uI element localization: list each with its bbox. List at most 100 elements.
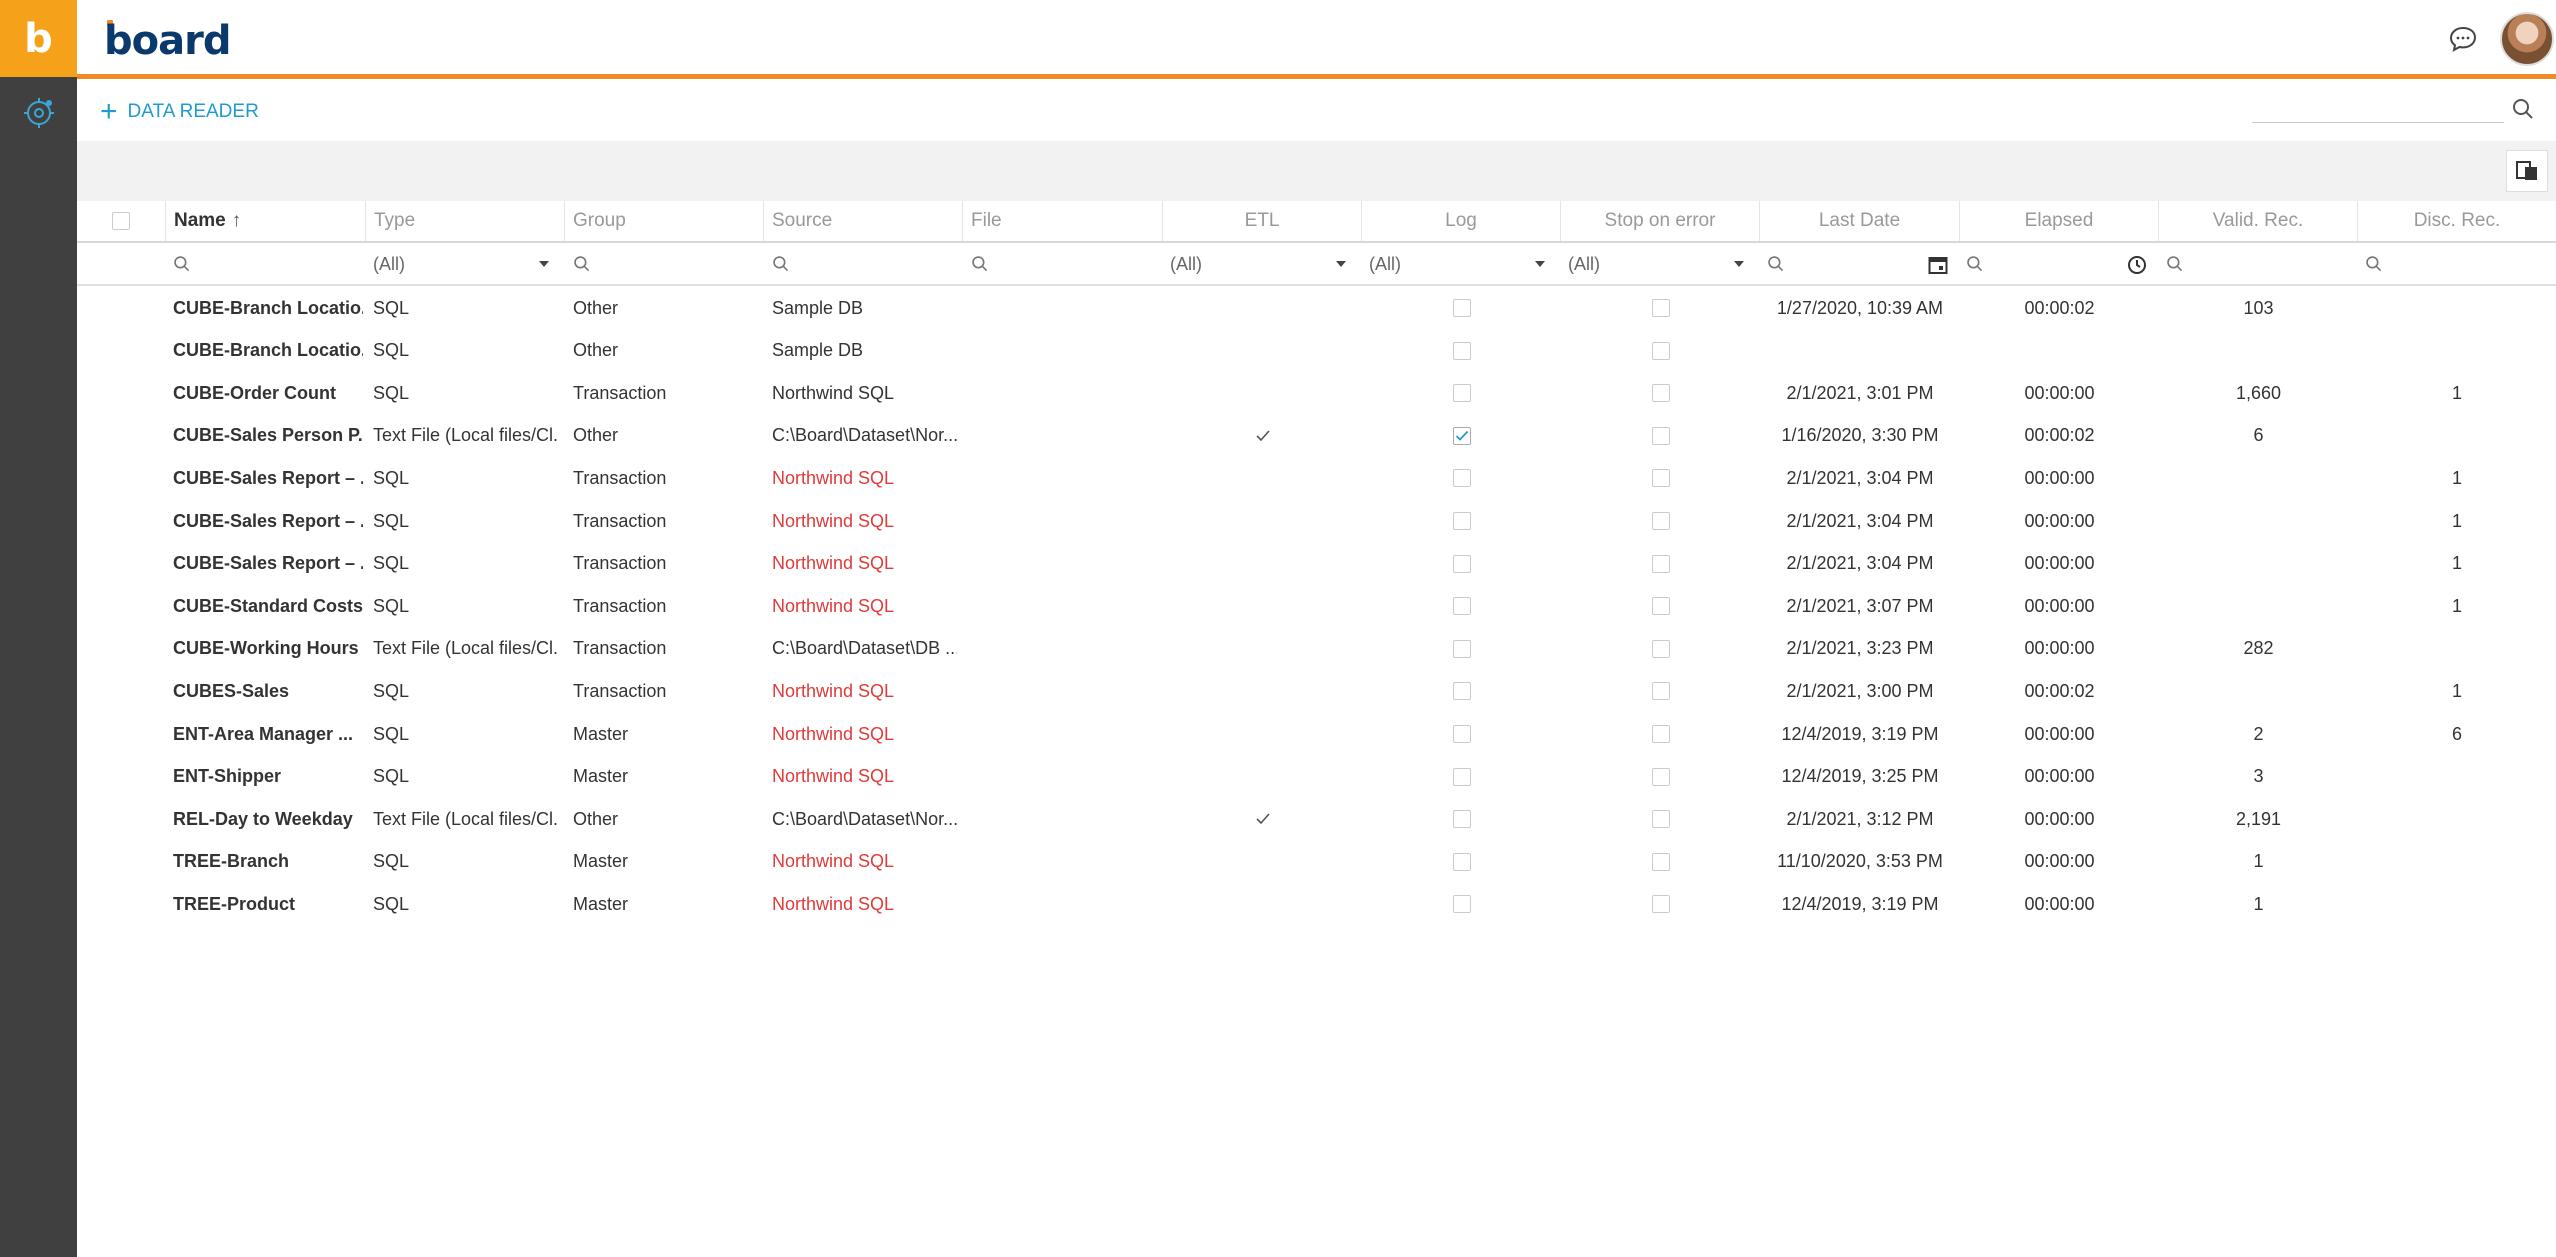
column-header-etl[interactable]: ETL bbox=[1163, 201, 1362, 241]
log-checkbox[interactable] bbox=[1452, 384, 1471, 403]
log-checkbox[interactable] bbox=[1452, 554, 1471, 573]
stop-on-error-checkbox[interactable] bbox=[1651, 554, 1670, 573]
log-checkbox[interactable] bbox=[1452, 469, 1471, 488]
cell-name[interactable]: CUBE-Standard Costs bbox=[173, 585, 363, 627]
log-checkbox[interactable] bbox=[1452, 512, 1471, 530]
filter-last-date[interactable] bbox=[1767, 245, 1952, 283]
cell-name[interactable]: ENT-Area Manager ... bbox=[173, 713, 363, 755]
stop-on-error-checkbox[interactable] bbox=[1651, 512, 1670, 530]
filter-type-select[interactable]: (All) bbox=[373, 245, 558, 283]
filter-log-select[interactable]: (All) bbox=[1369, 245, 1554, 283]
stop-on-error-checkbox[interactable] bbox=[1651, 725, 1670, 743]
column-header-name-label: Name bbox=[174, 210, 226, 231]
table-row[interactable]: CUBE-Sales Report – ... SQL Transaction Nor… bbox=[77, 457, 2556, 499]
user-avatar[interactable] bbox=[2500, 12, 2554, 66]
sort-ascending-icon: ↑ bbox=[231, 210, 242, 231]
stop-on-error-checkbox[interactable] bbox=[1651, 852, 1670, 871]
column-header-log[interactable]: Log bbox=[1362, 201, 1561, 241]
table-row[interactable]: CUBE-Sales Report – ... SQL Transaction Nor… bbox=[77, 500, 2556, 542]
stop-on-error-checkbox[interactable] bbox=[1651, 597, 1670, 616]
cell-name[interactable]: CUBE-Sales Person P... bbox=[173, 415, 363, 457]
table-row[interactable]: TREE-Product SQL Master Northwind SQL 12/4/2… bbox=[77, 883, 2556, 925]
table-row[interactable]: ENT-Shipper SQL Master Northwind SQL 12/4/20… bbox=[77, 756, 2556, 798]
table-row[interactable]: CUBE-Sales Report – ... SQL Transaction Nor… bbox=[77, 543, 2556, 585]
filter-disc-rec[interactable] bbox=[2365, 245, 2550, 283]
cell-name[interactable]: CUBES-Sales bbox=[173, 670, 363, 712]
column-header-type[interactable]: Type bbox=[366, 201, 565, 241]
table-row[interactable]: REL-Day to Weekday Text File (Local files… bbox=[77, 798, 2556, 840]
calendar-icon[interactable] bbox=[1928, 255, 1948, 275]
table-row[interactable]: CUBE-Order Count SQL Transaction Northwind … bbox=[77, 372, 2556, 414]
cell-name[interactable]: TREE-Branch bbox=[173, 841, 363, 883]
clock-icon[interactable] bbox=[2127, 255, 2147, 275]
filter-etl-select[interactable]: (All) bbox=[1170, 245, 1355, 283]
add-data-reader-button[interactable]: + DATA READER bbox=[100, 97, 259, 127]
filter-elapsed[interactable] bbox=[1966, 245, 2151, 283]
select-all-checkbox[interactable] bbox=[112, 212, 130, 230]
stop-on-error-checkbox[interactable] bbox=[1651, 810, 1670, 829]
filter-file[interactable] bbox=[971, 245, 1156, 283]
stop-on-error-checkbox[interactable] bbox=[1651, 384, 1670, 403]
cell-name[interactable]: ENT-Shipper bbox=[173, 756, 363, 798]
log-checkbox[interactable] bbox=[1452, 639, 1471, 658]
stop-on-error-checkbox[interactable] bbox=[1651, 767, 1670, 786]
column-chooser-button[interactable] bbox=[2506, 150, 2548, 192]
filter-group[interactable] bbox=[573, 245, 758, 283]
cell-name[interactable]: CUBE-Sales Report – ... bbox=[173, 457, 363, 499]
cell-name[interactable]: CUBE-Branch Locatio... bbox=[173, 330, 363, 372]
stop-on-error-checkbox[interactable] bbox=[1651, 341, 1670, 360]
cell-type: SQL bbox=[373, 723, 410, 744]
log-checkbox[interactable] bbox=[1452, 852, 1471, 871]
log-checkbox[interactable] bbox=[1452, 895, 1471, 914]
filter-name[interactable] bbox=[173, 245, 363, 283]
search-input[interactable] bbox=[2252, 94, 2504, 123]
filter-stop-select[interactable]: (All) bbox=[1568, 245, 1753, 283]
filter-source[interactable] bbox=[772, 245, 957, 283]
table-row[interactable]: TREE-Branch SQL Master Northwind SQL 11/10/2… bbox=[77, 841, 2556, 883]
column-header-source[interactable]: Source bbox=[764, 201, 963, 241]
log-checkbox[interactable] bbox=[1452, 810, 1471, 829]
log-checkbox[interactable] bbox=[1452, 341, 1471, 360]
column-header-last-date[interactable]: Last Date bbox=[1760, 201, 1960, 241]
log-checkbox[interactable] bbox=[1452, 597, 1471, 616]
log-checkbox[interactable] bbox=[1452, 682, 1471, 701]
stop-on-error-checkbox[interactable] bbox=[1651, 682, 1670, 701]
column-header-disc-rec[interactable]: Disc. Rec. bbox=[2358, 201, 2556, 241]
cell-name[interactable]: REL-Day to Weekday bbox=[173, 798, 363, 840]
column-header-group[interactable]: Group bbox=[565, 201, 764, 241]
table-row[interactable]: CUBES-Sales SQL Transaction Northwind SQL 2/… bbox=[77, 670, 2556, 712]
cell-last-date: 12/4/2019, 3:19 PM bbox=[1781, 893, 1939, 914]
board-logo-tile[interactable]: b bbox=[0, 0, 77, 77]
filter-valid-rec[interactable] bbox=[2166, 245, 2351, 283]
log-checkbox[interactable] bbox=[1452, 426, 1471, 445]
brand-wordmark[interactable]: board bbox=[104, 18, 231, 64]
stop-on-error-checkbox[interactable] bbox=[1651, 426, 1670, 445]
log-checkbox[interactable] bbox=[1452, 725, 1471, 743]
table-row[interactable]: CUBE-Sales Person P... Text File (Local f… bbox=[77, 415, 2556, 457]
chat-icon[interactable] bbox=[2448, 24, 2478, 54]
table-row[interactable]: CUBE-Branch Locatio... SQL Other Sample DB bbox=[77, 330, 2556, 372]
log-checkbox[interactable] bbox=[1452, 299, 1471, 317]
stop-on-error-checkbox[interactable] bbox=[1651, 639, 1670, 658]
search-icon[interactable] bbox=[2512, 98, 2534, 120]
cell-name[interactable]: CUBE-Branch Locatio... bbox=[173, 287, 363, 329]
column-header-name[interactable]: Name ↑ bbox=[166, 201, 366, 241]
table-row[interactable]: ENT-Area Manager ... SQL Master Northwind S… bbox=[77, 713, 2556, 755]
stop-on-error-checkbox[interactable] bbox=[1651, 895, 1670, 914]
cell-name[interactable]: CUBE-Sales Report – ... bbox=[173, 543, 363, 585]
cell-name[interactable]: TREE-Product bbox=[173, 883, 363, 925]
table-row[interactable]: CUBE-Branch Locatio... SQL Other Sample DB 1… bbox=[77, 287, 2556, 329]
column-header-elapsed[interactable]: Elapsed bbox=[1960, 201, 2159, 241]
stop-on-error-checkbox[interactable] bbox=[1651, 469, 1670, 488]
column-header-stop-on-error[interactable]: Stop on error bbox=[1561, 201, 1760, 241]
log-checkbox[interactable] bbox=[1452, 767, 1471, 786]
column-header-valid-rec[interactable]: Valid. Rec. bbox=[2159, 201, 2358, 241]
dataflow-icon[interactable] bbox=[20, 94, 58, 132]
stop-on-error-checkbox[interactable] bbox=[1651, 299, 1670, 317]
table-row[interactable]: CUBE-Standard Costs SQL Transaction Northwi… bbox=[77, 585, 2556, 627]
cell-name[interactable]: CUBE-Order Count bbox=[173, 372, 363, 414]
column-header-file[interactable]: File bbox=[963, 201, 1163, 241]
cell-name[interactable]: CUBE-Working Hours bbox=[173, 628, 363, 670]
table-row[interactable]: CUBE-Working Hours Text File (Local files… bbox=[77, 628, 2556, 670]
cell-name[interactable]: CUBE-Sales Report – ... bbox=[173, 500, 363, 542]
